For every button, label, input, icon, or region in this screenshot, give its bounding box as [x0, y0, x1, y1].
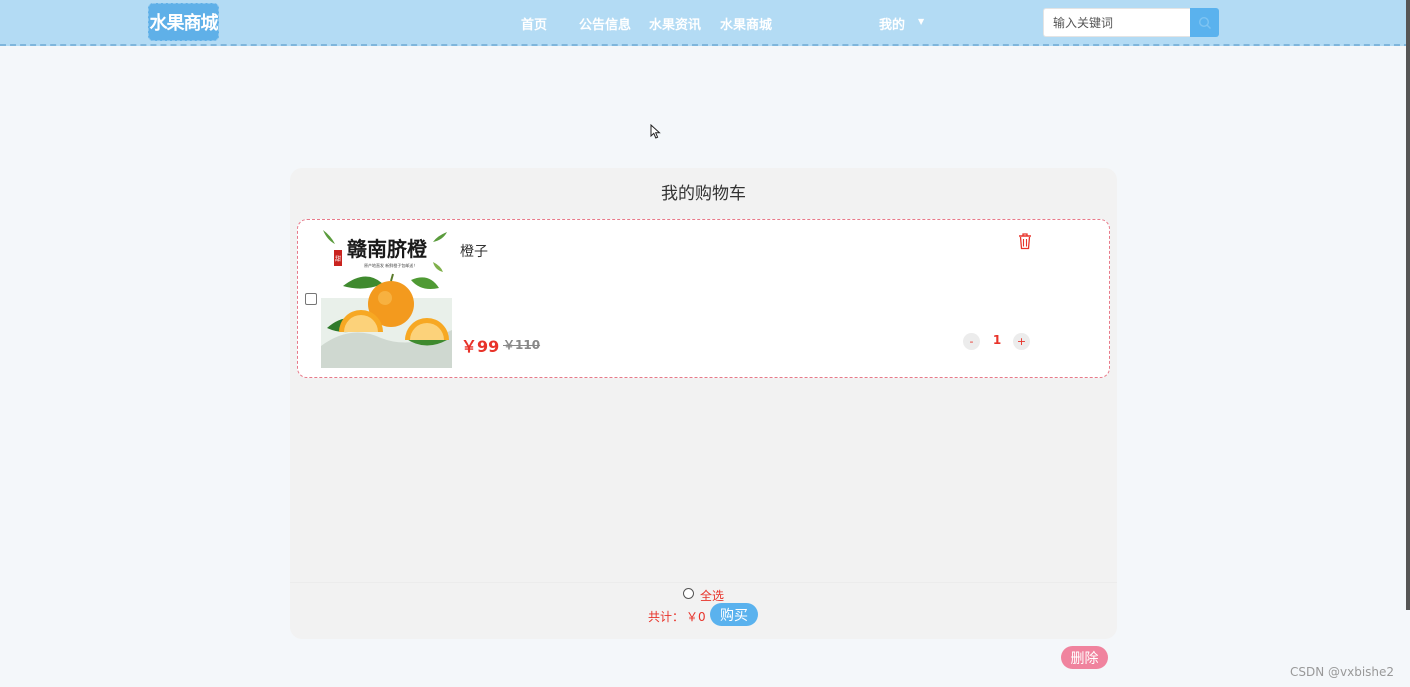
mouse-cursor-icon	[650, 124, 661, 139]
nav-fruit-news[interactable]: 水果资讯	[649, 14, 701, 33]
stamp-text: 甜	[335, 255, 341, 263]
quantity-increase-button[interactable]: +	[1013, 333, 1030, 350]
page-scrollbar[interactable]	[1406, 0, 1410, 610]
image-headline: 赣南脐橙	[347, 237, 428, 261]
quantity-decrease-button[interactable]: -	[963, 333, 980, 350]
total-label: 共计：	[648, 610, 685, 624]
site-logo[interactable]: 水果商城	[148, 3, 219, 41]
nav-fruit-mall[interactable]: 水果商城	[720, 14, 772, 33]
search-button[interactable]	[1190, 8, 1219, 37]
product-original-price: ￥110	[503, 338, 541, 352]
search-icon	[1198, 16, 1211, 29]
cart-footer: 全选 共计： ￥0 购买	[290, 582, 1117, 639]
top-nav-bar: 水果商城 首页 公告信息 水果资讯 水果商城 我的 ▼	[0, 0, 1410, 46]
nav-my-account[interactable]: 我的	[879, 14, 905, 33]
cart-panel: 我的购物车 甜 赣南脐橙 原产地直发 新鲜橙子包邮送！ 橙子 ￥99 ￥110 …	[290, 168, 1117, 639]
cart-title: 我的购物车	[661, 184, 746, 204]
search-input[interactable]	[1043, 8, 1191, 37]
cart-item[interactable]: 甜 赣南脐橙 原产地直发 新鲜橙子包邮送！ 橙子 ￥99 ￥110 - 1 +	[297, 219, 1110, 378]
item-select-checkbox[interactable]	[305, 293, 317, 305]
product-price: ￥99	[461, 337, 500, 356]
cart-item-list[interactable]: 甜 赣南脐橙 原产地直发 新鲜橙子包邮送！ 橙子 ￥99 ￥110 - 1 +	[295, 212, 1112, 582]
nav-announcements[interactable]: 公告信息	[579, 14, 631, 33]
caret-down-icon[interactable]: ▼	[918, 17, 924, 26]
product-image[interactable]: 甜 赣南脐橙 原产地直发 新鲜橙子包邮送！	[321, 228, 452, 368]
total-amount: ￥0	[686, 610, 706, 624]
select-all-label[interactable]: 全选	[700, 587, 724, 604]
nav-home[interactable]: 首页	[521, 14, 547, 33]
delete-button[interactable]: 删除	[1061, 646, 1108, 669]
trash-icon[interactable]	[1017, 232, 1033, 250]
buy-button[interactable]: 购买	[710, 603, 758, 626]
watermark: CSDN @vxbishe2	[1290, 665, 1395, 679]
quantity-value: 1	[992, 333, 1002, 347]
product-name[interactable]: 橙子	[460, 241, 488, 261]
select-all-radio[interactable]	[683, 588, 694, 599]
image-subtext: 原产地直发 新鲜橙子包邮送！	[364, 262, 417, 268]
